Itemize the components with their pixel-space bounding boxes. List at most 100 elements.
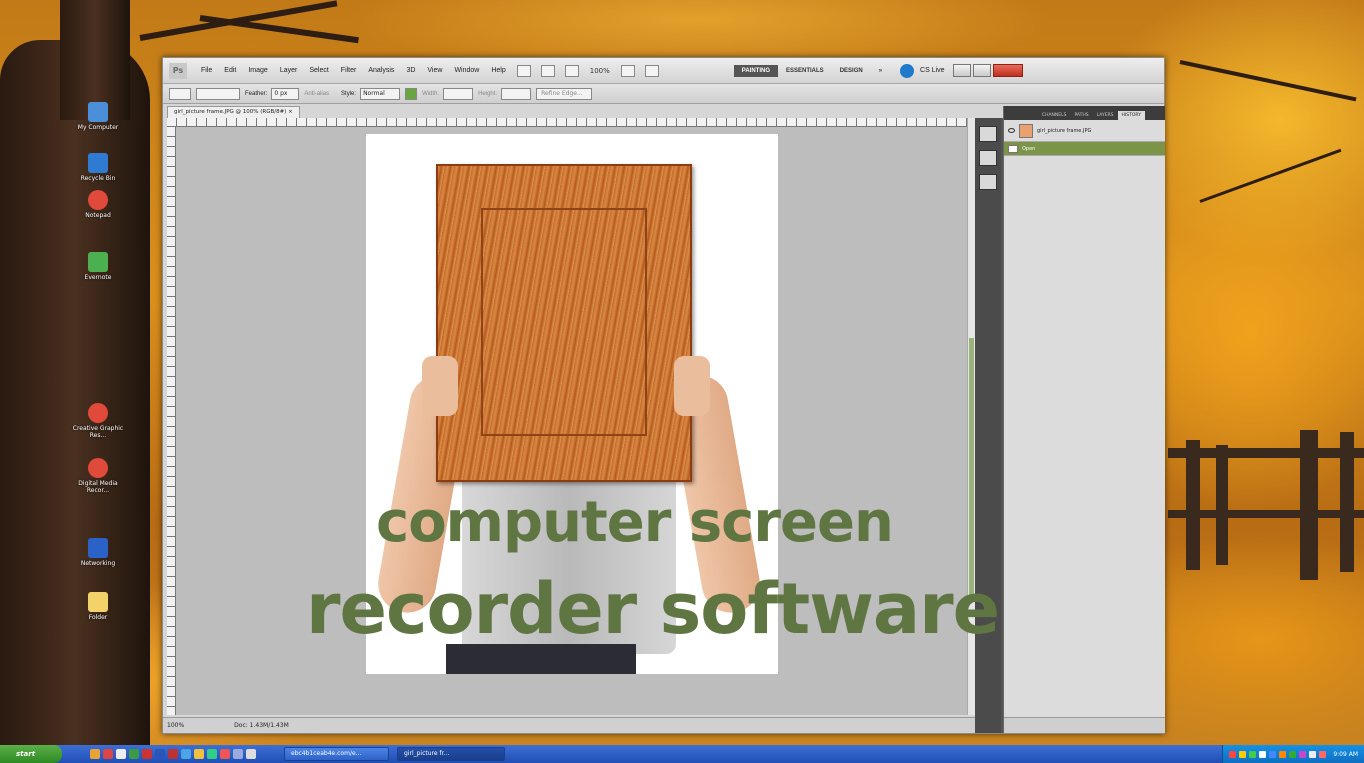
feather-input[interactable]: 0 px <box>271 87 300 100</box>
menu-edit[interactable]: Edit <box>218 67 242 74</box>
minimize-button[interactable] <box>952 64 971 77</box>
status-zoom[interactable]: 100% <box>167 722 184 729</box>
history-state-selected[interactable]: Open <box>1004 142 1165 156</box>
quicklaunch-icon[interactable] <box>142 749 152 759</box>
desktop-icon-folder[interactable]: Folder <box>68 592 128 621</box>
tab-history[interactable]: HISTORY <box>1117 111 1145 120</box>
caption-line-1: computer screen <box>376 490 894 555</box>
options-bar: Feather: 0 px Anti-alias Style: Normal W… <box>163 84 1164 104</box>
fence-post <box>1216 445 1228 565</box>
tray-icon[interactable] <box>1279 750 1287 758</box>
menu-help[interactable]: Help <box>485 67 511 74</box>
extras-icon[interactable] <box>564 64 579 77</box>
tray-icon[interactable] <box>1299 750 1307 758</box>
vertical-scroll-thumb[interactable] <box>969 338 974 598</box>
quicklaunch-icon[interactable] <box>116 749 126 759</box>
paragraph-icon[interactable] <box>979 174 997 190</box>
tray-icon[interactable] <box>1249 750 1257 758</box>
desktop-icon-evernote[interactable]: Evernote <box>68 252 128 281</box>
style-select[interactable]: Normal <box>360 87 401 100</box>
screen-mode-icon[interactable] <box>644 64 659 77</box>
bridge-icon[interactable] <box>516 64 531 77</box>
quicklaunch-icon[interactable] <box>90 749 100 759</box>
cs-live-icon[interactable] <box>900 63 915 78</box>
layer-row[interactable]: girl_picture frame.JPG <box>1004 120 1165 142</box>
marquee-tool-icon[interactable] <box>169 87 191 100</box>
fence-post <box>1186 440 1200 570</box>
desktop-icon-networking[interactable]: Networking <box>68 538 128 567</box>
desktop-icon-digital-media[interactable]: Digital Media Recor... <box>68 458 128 494</box>
desktop-icon-recycle-bin[interactable]: Recycle Bin <box>68 153 128 182</box>
desktop-icon-creative-graphic[interactable]: Creative Graphic Res... <box>68 403 128 439</box>
tab-layers[interactable]: LAYERS <box>1093 111 1118 120</box>
height-input[interactable] <box>501 87 532 100</box>
photoshop-logo-icon: Ps <box>169 62 187 79</box>
menu-image[interactable]: Image <box>242 67 273 74</box>
mini-bridge-icon[interactable] <box>540 64 555 77</box>
menu-file[interactable]: File <box>195 67 218 74</box>
chrome-icon <box>88 403 108 423</box>
desktop-icon-label: Creative Graphic Res... <box>72 425 124 439</box>
quicklaunch-icon[interactable] <box>103 749 113 759</box>
left-hand <box>422 356 458 416</box>
cs-live-label[interactable]: CS Live <box>914 67 951 74</box>
visibility-eye-icon[interactable] <box>1008 128 1015 133</box>
system-tray: 9:09 AM <box>1222 745 1364 763</box>
menu-analysis[interactable]: Analysis <box>362 67 400 74</box>
tray-icon[interactable] <box>1239 750 1247 758</box>
quicklaunch-icon[interactable] <box>246 749 256 759</box>
workspace-essentials[interactable]: ESSENTIALS <box>778 65 832 77</box>
fence-post <box>1340 432 1354 572</box>
width-label: Width: <box>422 90 440 97</box>
workspace-more[interactable]: » <box>871 65 890 77</box>
document-tab[interactable]: girl_picture frame.JPG @ 100% (RGB/8#) × <box>167 106 300 118</box>
tray-icon[interactable] <box>1259 750 1267 758</box>
taskbar-task[interactable]: ebc4b1ceab4e.com/e... <box>284 747 389 761</box>
feather-label: Feather: <box>245 90 268 97</box>
anti-alias-checkbox[interactable]: Anti-alias <box>304 91 329 97</box>
swap-icon[interactable] <box>405 87 418 100</box>
arrange-documents-icon[interactable] <box>620 64 635 77</box>
desktop-icon-label: Recycle Bin <box>80 175 116 182</box>
workspace-painting[interactable]: PAINTING <box>733 64 778 77</box>
tray-icon[interactable] <box>1269 750 1277 758</box>
menu-select[interactable]: Select <box>303 67 334 74</box>
menu-filter[interactable]: Filter <box>335 67 363 74</box>
brush-panel-icon[interactable] <box>979 150 997 166</box>
quicklaunch-icon[interactable] <box>168 749 178 759</box>
clock[interactable]: 9:09 AM <box>1333 751 1358 758</box>
layers-panel: CHANNELS PATHS LAYERS HISTORY girl_pictu… <box>1003 106 1165 733</box>
quicklaunch-icon[interactable] <box>129 749 139 759</box>
start-button[interactable]: start <box>0 745 62 763</box>
quicklaunch-icon[interactable] <box>220 749 230 759</box>
zoom-level-select[interactable]: 100% <box>584 67 616 75</box>
refine-edge-button[interactable]: Refine Edge... <box>536 87 593 100</box>
quicklaunch-icon[interactable] <box>181 749 191 759</box>
quicklaunch-icon[interactable] <box>194 749 204 759</box>
menu-window[interactable]: Window <box>448 67 485 74</box>
tab-paths[interactable]: PATHS <box>1070 111 1092 120</box>
tab-channels[interactable]: CHANNELS <box>1038 111 1071 120</box>
tray-icon[interactable] <box>1319 750 1327 758</box>
desktop-icon-label: Evernote <box>84 274 112 281</box>
desktop-icon-notepad[interactable]: Notepad <box>68 190 128 219</box>
quicklaunch-icon[interactable] <box>233 749 243 759</box>
desktop-icon-label: Folder <box>88 614 108 621</box>
selection-mode-icons[interactable] <box>196 87 240 100</box>
branch <box>1199 148 1342 203</box>
tray-icon[interactable] <box>1229 750 1237 758</box>
desktop-icon-my-computer[interactable]: My Computer <box>68 102 128 131</box>
menu-layer[interactable]: Layer <box>274 67 304 74</box>
quicklaunch-icon[interactable] <box>207 749 217 759</box>
taskbar-task-active[interactable]: girl_picture fr... <box>397 747 505 761</box>
histogram-icon[interactable] <box>979 126 997 142</box>
workspace-design[interactable]: DESIGN <box>832 65 871 77</box>
maximize-button[interactable] <box>972 64 991 77</box>
menu-3d[interactable]: 3D <box>400 67 421 74</box>
quicklaunch-icon[interactable] <box>155 749 165 759</box>
tray-icon[interactable] <box>1309 750 1317 758</box>
tray-icon[interactable] <box>1289 750 1297 758</box>
menu-view[interactable]: View <box>421 67 448 74</box>
close-button[interactable] <box>992 64 1023 77</box>
width-input[interactable] <box>443 87 474 100</box>
